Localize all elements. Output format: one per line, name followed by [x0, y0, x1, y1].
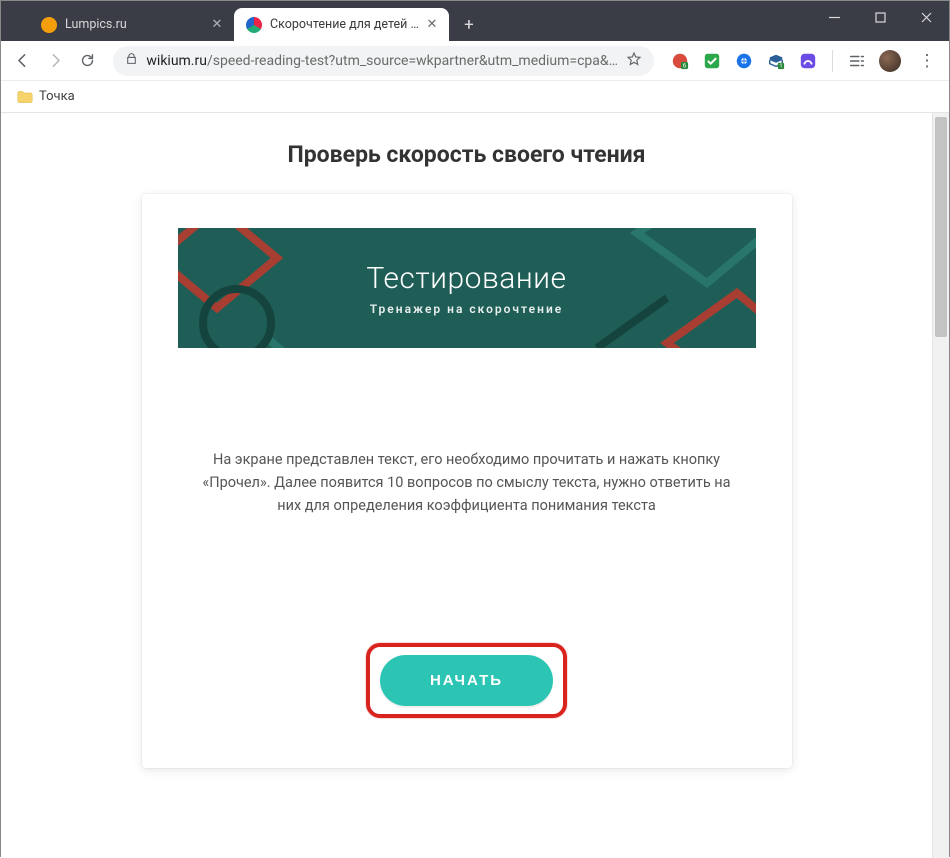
tab-wikium[interactable]: Скорочтение для детей и взрос ✕: [234, 8, 449, 41]
favicon-wikium: [246, 17, 262, 33]
window-maximize[interactable]: [857, 1, 903, 33]
svg-text:6: 6: [683, 61, 687, 69]
url-text: wikium.ru/speed-reading-test?utm_source=…: [146, 53, 618, 69]
reload-button[interactable]: [75, 46, 102, 76]
url-path: /speed-reading-test?utm_source=wkpartner…: [207, 53, 618, 69]
url-host: wikium.ru: [146, 53, 207, 69]
extensions-row: 6 1 ⋮: [670, 47, 941, 75]
start-button[interactable]: НАЧАТЬ: [380, 655, 553, 706]
bookmark-tochka[interactable]: Точка: [11, 85, 81, 108]
forward-button[interactable]: [42, 46, 69, 76]
tab-strip: Lumpics.ru ✕ Скорочтение для детей и взр…: [29, 1, 483, 41]
new-tab-button[interactable]: +: [455, 11, 483, 39]
scrollbar-thumb[interactable]: [935, 117, 947, 337]
banner: Тестирование Тренажер на скорочтение: [178, 228, 756, 348]
address-bar[interactable]: wikium.ru/speed-reading-test?utm_source=…: [113, 46, 654, 76]
close-icon[interactable]: ✕: [425, 18, 439, 32]
reading-list-icon[interactable]: [847, 51, 867, 71]
cta-highlight: НАЧАТЬ: [366, 643, 567, 718]
window-minimize[interactable]: [811, 1, 857, 33]
tab-label: Скорочтение для детей и взрос: [270, 17, 419, 32]
plus-icon: +: [464, 15, 474, 35]
tab-label: Lumpics.ru: [65, 17, 204, 32]
profile-avatar[interactable]: [879, 50, 901, 72]
window-close[interactable]: [903, 1, 949, 33]
bookmark-label: Точка: [39, 89, 75, 104]
browser-toolbar: wikium.ru/speed-reading-test?utm_source=…: [1, 41, 949, 81]
bookmark-star-icon[interactable]: [626, 51, 642, 71]
close-icon[interactable]: ✕: [210, 18, 224, 32]
back-button[interactable]: [9, 46, 36, 76]
divider: [832, 50, 833, 72]
scrollbar[interactable]: [932, 113, 949, 858]
banner-subtitle: Тренажер на скорочтение: [370, 302, 563, 316]
tab-lumpics[interactable]: Lumpics.ru ✕: [29, 8, 234, 41]
extension-icon-5[interactable]: [798, 51, 818, 71]
favicon-lumpics: [41, 17, 57, 33]
window-controls: [811, 1, 949, 41]
extension-icon-4[interactable]: 1: [766, 51, 786, 71]
banner-title: Тестирование: [366, 261, 566, 296]
cta-wrap: НАЧАТЬ: [178, 643, 756, 718]
page-title: Проверь скорость своего чтения: [1, 141, 932, 168]
folder-icon: [17, 90, 33, 104]
svg-text:1: 1: [779, 63, 782, 69]
page-content: Проверь скорость своего чтения: [1, 113, 932, 858]
extension-icon-3[interactable]: [734, 51, 754, 71]
menu-button[interactable]: ⋮: [913, 47, 941, 75]
extension-icon-1[interactable]: 6: [670, 51, 690, 71]
window-titlebar: Lumpics.ru ✕ Скорочтение для детей и взр…: [1, 1, 949, 41]
page-viewport: Проверь скорость своего чтения: [1, 113, 949, 858]
content-card: Тестирование Тренажер на скорочтение На …: [142, 194, 792, 768]
lock-icon: [125, 52, 138, 69]
bookmarks-bar: Точка: [1, 81, 949, 113]
extension-icon-2[interactable]: [702, 51, 722, 71]
instructions-text: На экране представлен текст, его необход…: [178, 448, 756, 518]
